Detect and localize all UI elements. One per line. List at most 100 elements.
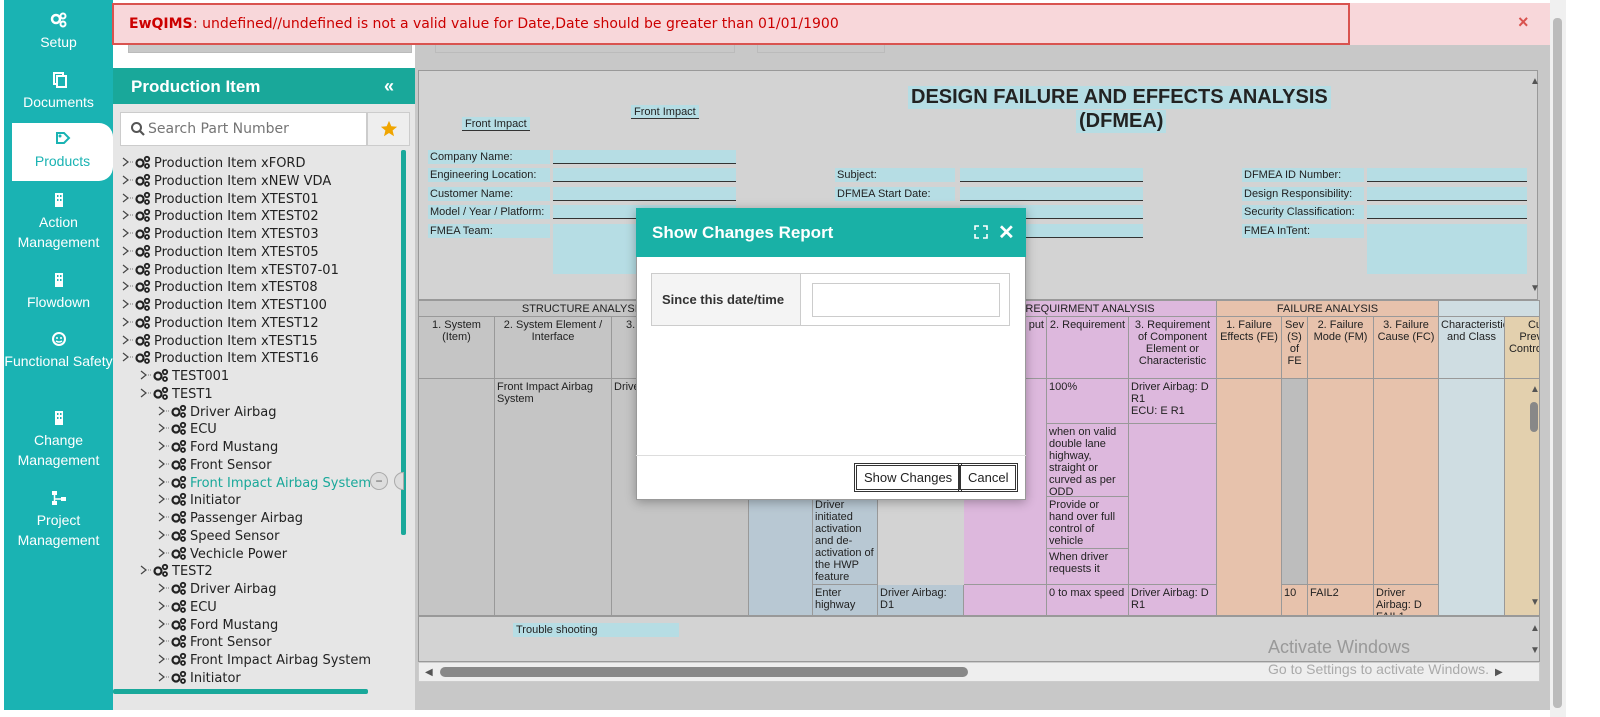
tree-toggle-icon[interactable]: [120, 244, 134, 258]
tree-item[interactable]: Front Impact Airbag System: [156, 475, 371, 493]
tree-item[interactable]: Speed Sensor: [156, 528, 279, 546]
favorites-button[interactable]: [367, 112, 410, 146]
nav-flowdown[interactable]: Flowdown: [4, 270, 113, 312]
alert-close-icon[interactable]: ×: [1518, 12, 1529, 33]
grid-scroll-thumb[interactable]: [1530, 402, 1538, 432]
tree-item[interactable]: Production Item XTEST16: [120, 350, 319, 368]
tree-toggle-icon[interactable]: [120, 226, 134, 240]
tree-toggle-icon[interactable]: [120, 173, 134, 187]
scroll-down-icon[interactable]: ▼: [1530, 645, 1540, 656]
cell-function[interactable]: Driver Airbag: D1: [878, 585, 964, 615]
tree-toggle-icon[interactable]: [138, 368, 152, 382]
tree-item[interactable]: TEST001: [138, 368, 229, 386]
cell-req-function[interactable]: [964, 585, 1047, 615]
tree-item[interactable]: Production Item xNEW VDA: [120, 173, 331, 191]
tree-item[interactable]: Initiator: [156, 492, 241, 510]
tree-item[interactable]: Production Item XTEST05: [120, 244, 319, 262]
tree-toggle-icon[interactable]: [156, 439, 170, 453]
tree-item[interactable]: Passenger Airbag: [156, 510, 303, 528]
cell-requirement[interactable]: When driver requests it: [1047, 549, 1129, 585]
tree-item[interactable]: Production Item xTEST15: [120, 333, 318, 351]
cell-function[interactable]: Driver initiated activation and de-activ…: [813, 497, 878, 585]
nav-products[interactable]: Products: [12, 123, 113, 181]
tree-item[interactable]: TEST1: [138, 386, 213, 404]
dfmea-start-date-field[interactable]: [960, 187, 1143, 201]
cell-req-component[interactable]: Driver Airbag: D R1: [1129, 585, 1217, 615]
tree-toggle-icon[interactable]: [156, 546, 170, 560]
tree-item[interactable]: Vechicle Power: [156, 546, 287, 564]
cell-failure-cause[interactable]: [1374, 379, 1439, 585]
top-field[interactable]: [128, 45, 412, 53]
tree-toggle-icon[interactable]: [120, 297, 134, 311]
tree-toggle-icon[interactable]: [120, 262, 134, 276]
scroll-up-icon[interactable]: ▲: [1530, 384, 1540, 395]
tree-item[interactable]: Initiator: [156, 670, 241, 688]
cell-requirement[interactable]: 0 to max speed: [1047, 585, 1129, 615]
top-field[interactable]: [757, 45, 885, 53]
page-scrollbar-thumb[interactable]: [1553, 18, 1562, 708]
tree-item[interactable]: Production Item xFORD: [120, 155, 305, 173]
tree-toggle-icon[interactable]: [156, 457, 170, 471]
tree-toggle-icon[interactable]: [156, 599, 170, 613]
tree-toggle-icon[interactable]: [138, 563, 152, 577]
cell-failure-mode[interactable]: FAIL2: [1308, 585, 1374, 615]
tree-toggle-icon[interactable]: [120, 333, 134, 347]
tree-item[interactable]: Front Impact Airbag System: [156, 652, 371, 670]
nav-documents[interactable]: Documents: [4, 70, 113, 112]
cancel-button[interactable]: Cancel: [957, 463, 1019, 492]
company-name-field[interactable]: [553, 150, 736, 164]
tree-item[interactable]: Driver Airbag: [156, 581, 276, 599]
dfmea-id-field[interactable]: [1367, 168, 1527, 182]
tree-toggle-icon[interactable]: [156, 634, 170, 648]
nav-project-management[interactable]: Project Management: [4, 488, 113, 550]
maximize-icon[interactable]: [973, 224, 989, 240]
tree-toggle-icon[interactable]: [156, 528, 170, 542]
tree-item[interactable]: Front Sensor: [156, 457, 272, 475]
scroll-up-icon[interactable]: ▲: [1530, 623, 1540, 634]
tree-item[interactable]: Production Item XTEST100: [120, 297, 327, 315]
search-part-number-input[interactable]: [148, 113, 358, 145]
tree-item[interactable]: ECU: [156, 421, 217, 439]
scroll-down-icon[interactable]: ▼: [1530, 597, 1540, 608]
cell-function[interactable]: Enter highway: [813, 585, 878, 615]
cell-system[interactable]: [419, 379, 495, 615]
tree-toggle-icon[interactable]: [120, 315, 134, 329]
tree-toggle-icon[interactable]: [156, 475, 170, 489]
cell-requirement[interactable]: 100%: [1047, 379, 1129, 424]
tree-toggle-icon[interactable]: [156, 670, 170, 684]
cell-failure-cause[interactable]: Driver Airbag: D FAIL1: [1374, 585, 1439, 615]
tree-item[interactable]: Production Item xTEST07-01: [120, 262, 339, 280]
customer-name-field[interactable]: [553, 187, 736, 201]
tree-toggle-icon[interactable]: [120, 208, 134, 222]
tree-toggle-icon[interactable]: [156, 510, 170, 524]
tree-item[interactable]: Ford Mustang: [156, 617, 278, 635]
security-classification-field[interactable]: [1367, 205, 1527, 219]
scroll-left-icon[interactable]: ◀: [425, 667, 433, 678]
tree-item[interactable]: Front Sensor: [156, 634, 272, 652]
cell-requirement[interactable]: Provide or hand over full control of veh…: [1047, 497, 1129, 549]
cell-req-component[interactable]: Driver Airbag: D R1 ECU: E R1: [1129, 379, 1217, 424]
dialog-close-icon[interactable]: ✕: [998, 220, 1015, 245]
tree-toggle-icon[interactable]: [138, 386, 152, 400]
tree-item[interactable]: ECU: [156, 599, 217, 617]
horizontal-scroll-thumb[interactable]: [440, 667, 968, 677]
tree-item[interactable]: Production Item xTEST08: [120, 279, 318, 297]
tree-toggle-icon[interactable]: [156, 617, 170, 631]
tree-horizontal-scrollbar[interactable]: [113, 689, 368, 694]
tree-item[interactable]: Production Item XTEST12: [120, 315, 319, 333]
cell-system-element[interactable]: Front Impact Airbag System: [495, 379, 612, 615]
top-field[interactable]: [435, 45, 735, 53]
tree-toggle-icon[interactable]: [156, 404, 170, 418]
cell-requirement[interactable]: when on valid double lane highway, strai…: [1047, 424, 1129, 497]
tree-item[interactable]: TEST2: [138, 563, 213, 581]
tree-item[interactable]: Production Item XTEST02: [120, 208, 319, 226]
design-responsibility-field[interactable]: [1367, 187, 1527, 201]
cell-characteristic[interactable]: [1439, 379, 1505, 615]
tree-toggle-icon[interactable]: [120, 350, 134, 364]
engineering-location-field[interactable]: [553, 168, 736, 182]
cell-failure-mode[interactable]: [1308, 379, 1374, 585]
tree-toggle-icon[interactable]: [156, 652, 170, 666]
tree-toggle-icon[interactable]: [120, 279, 134, 293]
scroll-up-icon[interactable]: ▲: [1530, 76, 1540, 87]
tree-toggle-icon[interactable]: [120, 191, 134, 205]
